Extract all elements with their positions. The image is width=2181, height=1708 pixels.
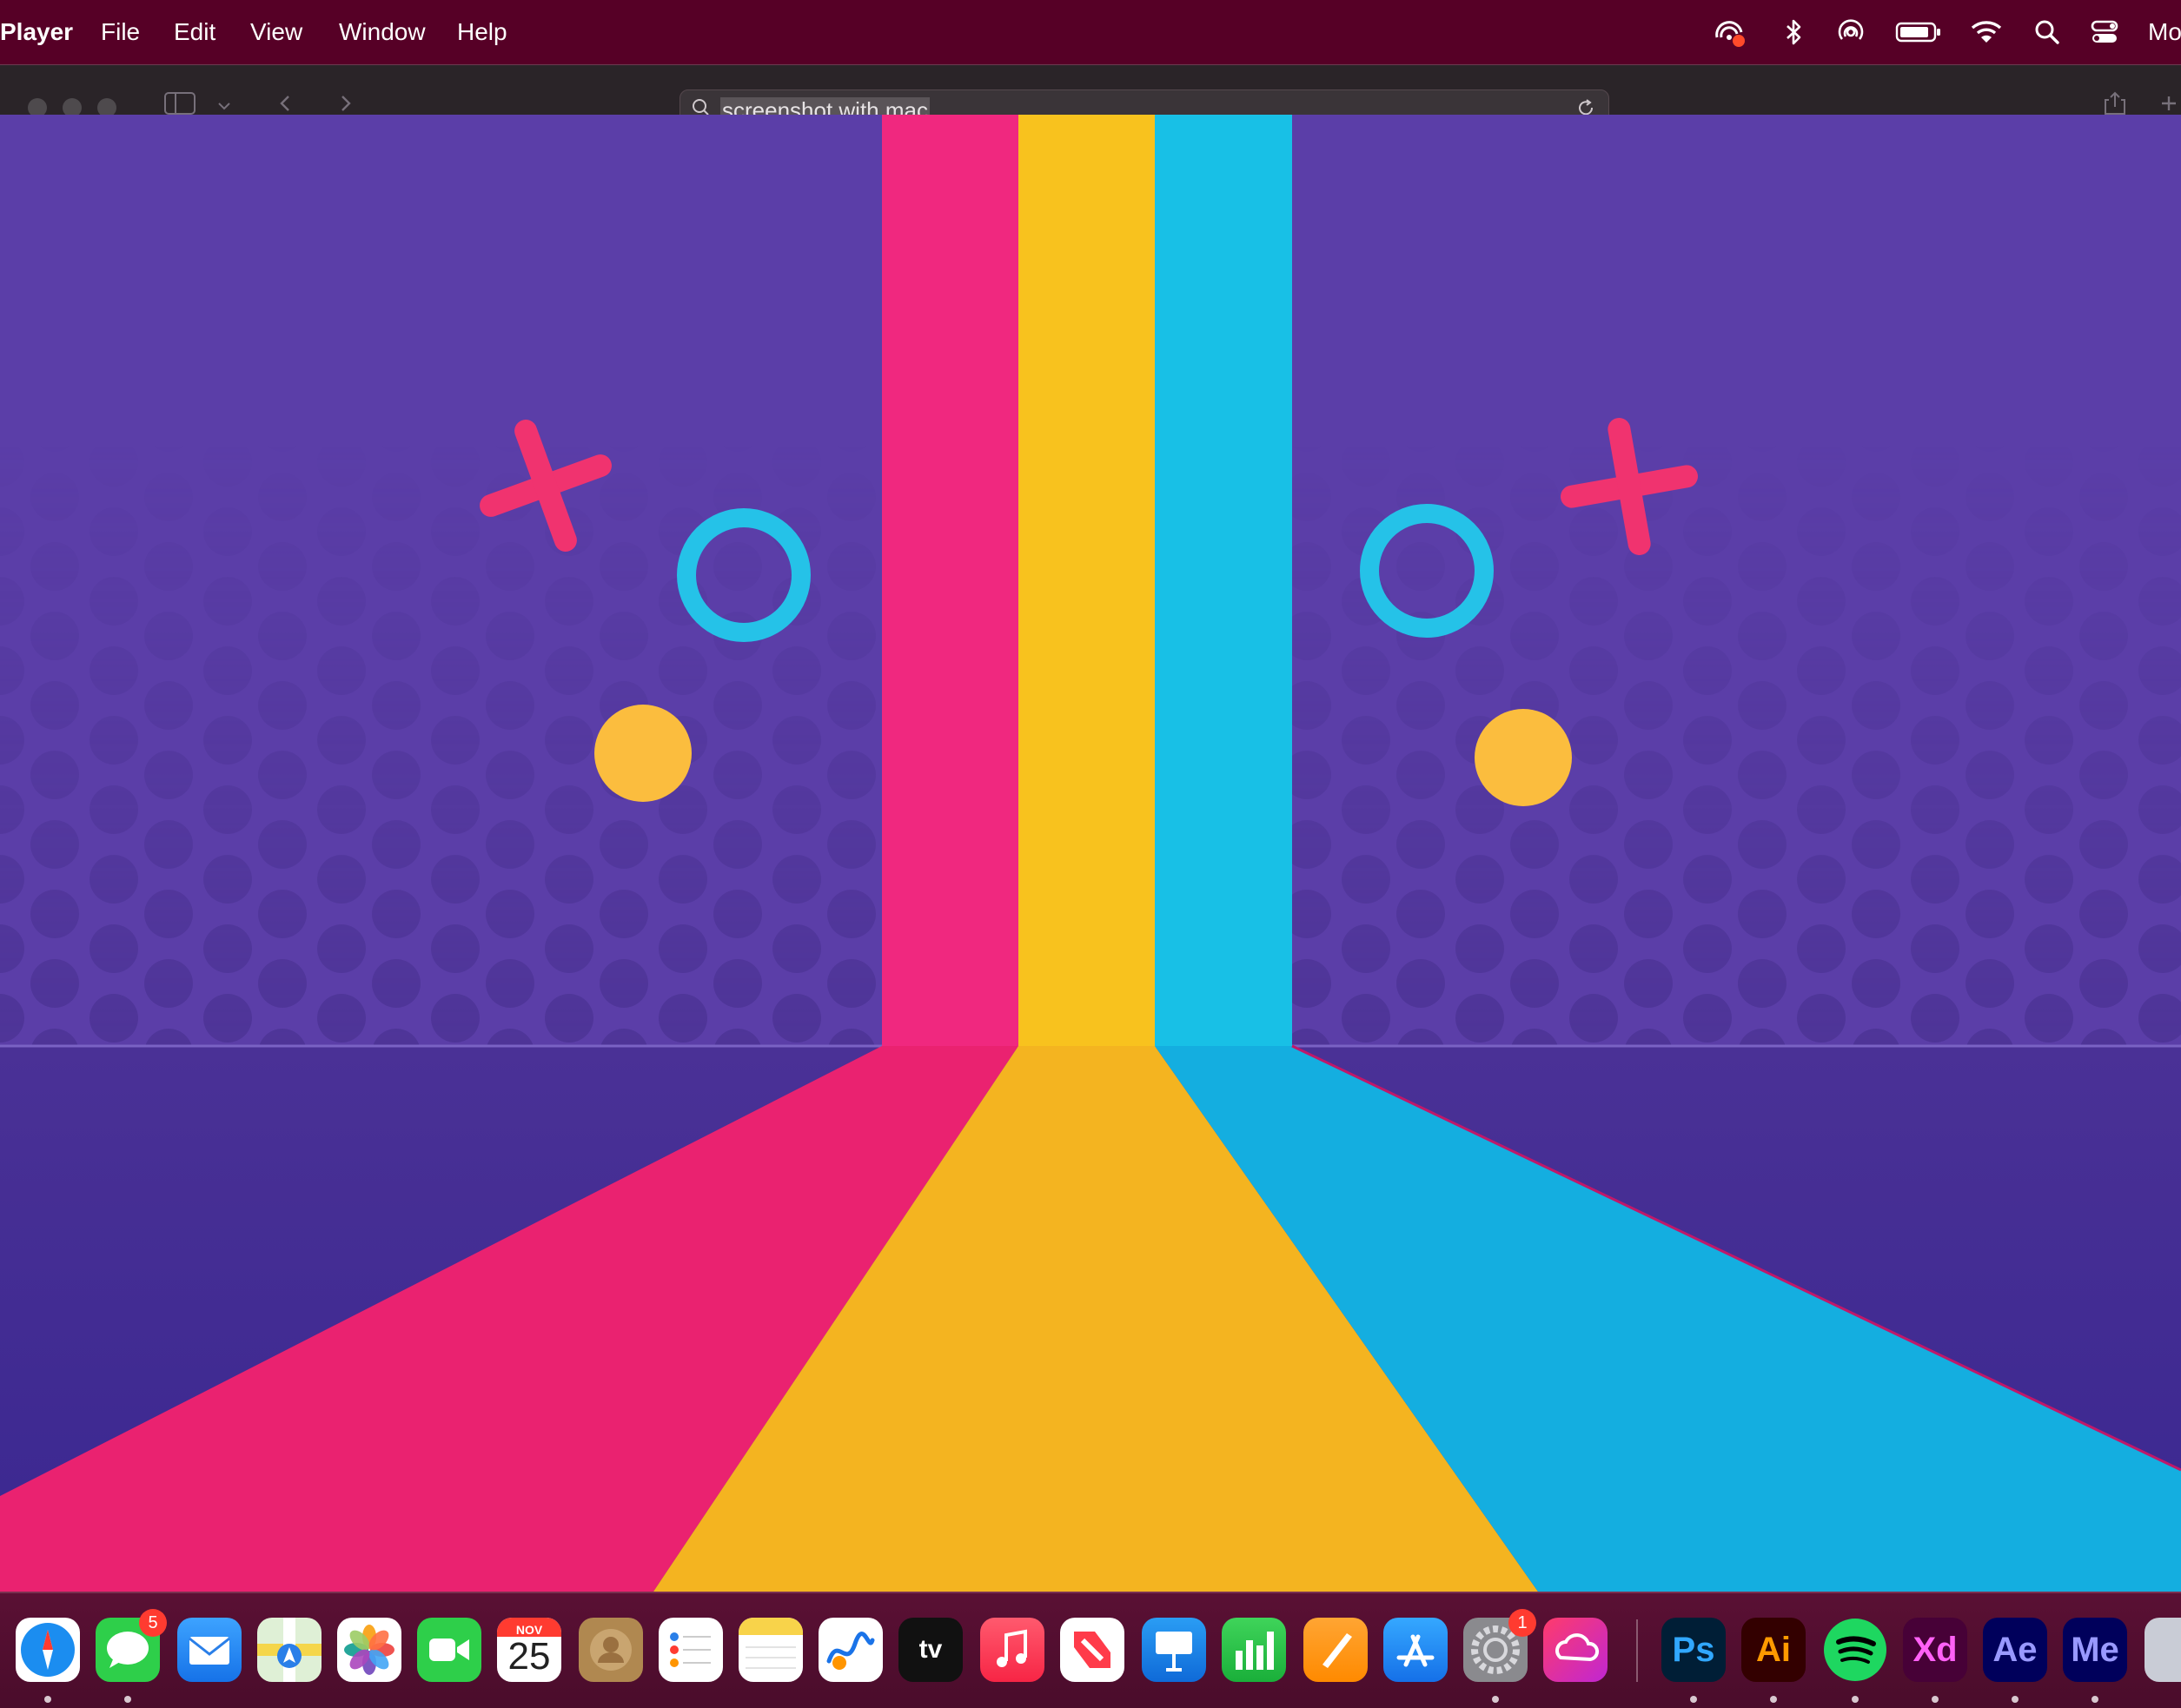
bluetooth-icon[interactable] (1776, 15, 1811, 50)
wallpaper-scene (0, 115, 2181, 1592)
media-encoder-icon[interactable]: Me (2063, 1618, 2127, 1682)
adobe-xd-icon[interactable]: Xd (1903, 1618, 1967, 1682)
wifi-icon[interactable] (1969, 15, 2004, 50)
chevron-down-icon[interactable] (214, 91, 235, 116)
safari-icon[interactable] (16, 1618, 80, 1682)
pages-icon[interactable] (1303, 1618, 1368, 1682)
maps-icon[interactable] (257, 1618, 322, 1682)
photoshop-label: Ps (1672, 1631, 1715, 1669)
calendar-day: 25 (507, 1635, 551, 1678)
facetime-icon[interactable] (417, 1618, 481, 1682)
media-encoder-label: Me (2071, 1631, 2119, 1669)
photoshop-icon[interactable]: Ps (1661, 1618, 1726, 1682)
notes-icon[interactable] (739, 1618, 803, 1682)
apple-tv-label: tv (918, 1635, 943, 1664)
spotlight-search-icon[interactable] (2030, 15, 2065, 50)
messages-badge: 5 (139, 1609, 167, 1637)
menu-help[interactable]: Help (457, 0, 507, 64)
battery-icon[interactable] (1894, 15, 1943, 50)
running-indicator (1852, 1696, 1859, 1703)
menu-bar: Player File Edit View Window Help Mo (0, 0, 2181, 64)
browser-toolbar: screenshot with mac (0, 64, 2181, 126)
reminders-icon[interactable] (659, 1618, 723, 1682)
screen-recording-icon[interactable] (1712, 15, 1747, 50)
running-indicator (1932, 1696, 1939, 1703)
control-center-icon[interactable] (2087, 15, 2122, 50)
yellow-dot-left (594, 705, 692, 802)
system-settings-badge: 1 (1508, 1609, 1536, 1637)
menu-edit[interactable]: Edit (174, 0, 215, 64)
yellow-stripe (1018, 115, 1155, 1048)
illustrator-icon[interactable]: Ai (1741, 1618, 1806, 1682)
sidebar-toggle-icon[interactable] (163, 91, 198, 116)
menu-view[interactable]: View (250, 0, 302, 64)
partial-app-icon[interactable] (2145, 1618, 2181, 1682)
running-indicator (124, 1696, 131, 1703)
illustrator-label: Ai (1756, 1631, 1791, 1669)
after-effects-label: Ae (1992, 1631, 2038, 1669)
contacts-icon[interactable] (579, 1618, 643, 1682)
music-icon[interactable] (980, 1618, 1044, 1682)
calendar-icon[interactable]: NOV 25 (497, 1618, 561, 1682)
creative-cloud-icon[interactable] (1543, 1618, 1608, 1682)
running-indicator (2012, 1696, 2019, 1703)
numbers-icon[interactable] (1222, 1618, 1286, 1682)
news-icon[interactable] (1060, 1618, 1124, 1682)
share-icon[interactable] (2101, 91, 2129, 116)
back-icon[interactable] (275, 91, 295, 116)
pink-stripe (882, 115, 1018, 1048)
running-indicator (44, 1696, 51, 1703)
running-indicator (1770, 1696, 1777, 1703)
after-effects-icon[interactable]: Ae (1983, 1618, 2047, 1682)
keynote-icon[interactable] (1142, 1618, 1206, 1682)
app-menu[interactable]: Player (0, 0, 73, 64)
yellow-dot-right (1475, 709, 1572, 806)
new-tab-icon[interactable] (2158, 91, 2179, 116)
adobe-xd-label: Xd (1913, 1631, 1958, 1669)
dock-divider (1636, 1619, 1638, 1682)
menu-file[interactable]: File (101, 0, 140, 64)
menu-window[interactable]: Window (339, 0, 426, 64)
clock[interactable]: Mo (2148, 0, 2181, 64)
app-store-icon[interactable] (1383, 1618, 1448, 1682)
dock: 5 NOV 25 tv 1 Ps Ai Xd Ae Me (0, 1592, 2181, 1708)
mail-icon[interactable] (177, 1618, 242, 1682)
forward-icon[interactable] (335, 91, 356, 116)
running-indicator (2092, 1696, 2098, 1703)
spotify-icon[interactable] (1823, 1618, 1887, 1682)
photos-icon[interactable] (337, 1618, 401, 1682)
cyan-stripe (1155, 115, 1292, 1048)
freeform-icon[interactable] (819, 1618, 883, 1682)
airdrop-icon[interactable] (1833, 15, 1868, 50)
video-frame (0, 115, 2181, 1592)
running-indicator (1492, 1696, 1499, 1703)
running-indicator (1690, 1696, 1697, 1703)
apple-tv-icon[interactable]: tv (898, 1618, 963, 1682)
